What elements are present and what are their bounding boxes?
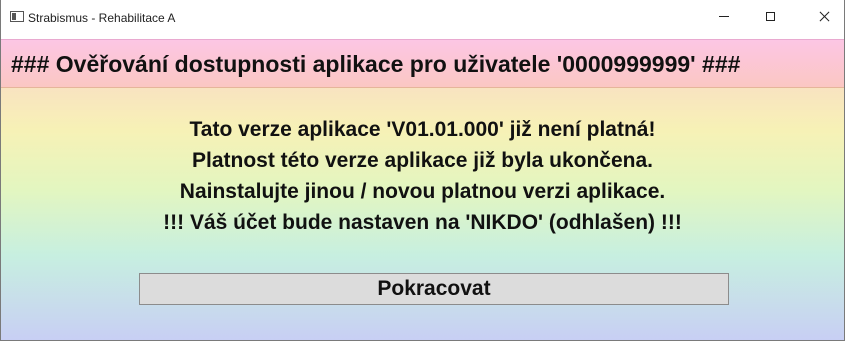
page-title: ### Ověřování dostupnosti aplikace pro u… [11,51,741,77]
minimize-icon [719,15,729,17]
message-block: Tato verze aplikace 'V01.01.000' již nen… [1,114,844,238]
window-title: Strabismus - Rehabilitace A [28,11,176,25]
app-window-icon [10,11,24,22]
main-content: ### Ověřování dostupnosti aplikace pro u… [1,39,844,340]
header-band: ### Ověřování dostupnosti aplikace pro u… [1,39,844,88]
title-bar[interactable]: Strabismus - Rehabilitace A [1,0,844,39]
maximize-button[interactable] [747,0,793,32]
close-icon [819,11,830,22]
continue-button[interactable]: Pokracovat [139,273,729,305]
maximize-icon [765,11,775,21]
app-window: Strabismus - Rehabilitace A ### Ověřován… [0,0,845,341]
close-button[interactable] [801,0,844,32]
message-line-install-new: Nainstalujte jinou / novou platnou verzi… [179,180,666,203]
message-line-validity-ended: Platnost této verze aplikace již byla uk… [192,149,653,172]
message-line-version-invalid: Tato verze aplikace 'V01.01.000' již nen… [189,118,656,141]
minimize-button[interactable] [701,0,747,32]
message-line-account-warning: !!! Váš účet bude nastaven na 'NIKDO' (o… [163,211,682,234]
